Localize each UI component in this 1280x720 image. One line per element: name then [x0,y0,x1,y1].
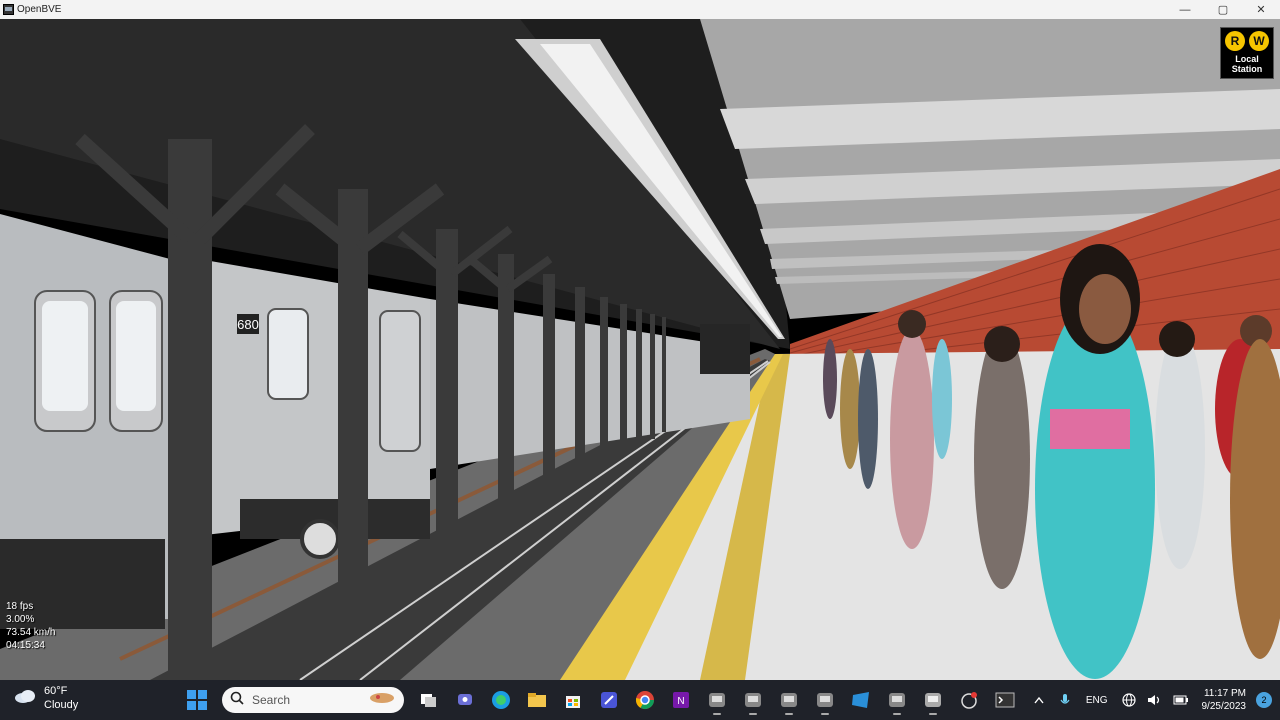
openbve-app-icon [781,693,797,707]
chrome-icon [635,691,654,710]
clock-date: 9/25/2023 [1201,701,1247,712]
recording-app-button[interactable] [954,685,984,715]
passenger-foreground [1035,299,1155,679]
language-indicator[interactable]: ENG [1080,695,1114,706]
onenote-button[interactable]: N [666,685,696,715]
close-button[interactable]: ✕ [1242,0,1280,19]
speed-readout: 73.54 km/h [6,627,56,638]
battery-icon[interactable] [1170,689,1192,711]
network-globe-icon[interactable] [1118,689,1140,711]
weather-temperature: 60°F [44,685,68,697]
cloud-icon [14,688,36,709]
system-tray: ENG 11:17 PM 9/25/2023 2 [1028,680,1280,720]
route-bullet-w: W [1249,31,1269,51]
drawing-app-button[interactable] [594,685,624,715]
volume-icon[interactable] [1144,689,1166,711]
start-button[interactable] [182,685,212,715]
pen-app-icon [601,692,617,708]
train-wheel [300,519,340,559]
openbve-task-button-3[interactable] [774,685,804,715]
taskbar-clock[interactable]: 11:17 PM 9/25/2023 [1196,687,1253,713]
station-type-label: Local Station [1231,54,1263,74]
search-icon [230,691,244,710]
minimize-button[interactable]: — [1166,0,1204,19]
search-highlight-icon [368,691,396,710]
blue-app-button[interactable] [846,685,876,715]
simulator-hud: 18 fps 3.00% 73.54 km/h 04:15:34 [6,600,55,652]
store-icon [566,696,580,708]
throttle-readout: 3.00% [6,614,35,625]
folder-icon [528,693,546,707]
openbve-task-button-4[interactable] [810,685,840,715]
chat-icon [458,694,472,705]
weather-description: Cloudy [44,699,79,711]
openbve-task-button-5[interactable] [882,685,912,715]
svg-text:N: N [677,696,684,707]
weather-widget[interactable]: 60°F Cloudy [14,684,78,712]
blue-window-icon [852,692,869,708]
terminal-button[interactable] [990,685,1020,715]
window-titlebar[interactable]: OpenBVE — ▢ ✕ [0,0,1280,19]
clock-time: 11:17 PM [1203,688,1246,699]
openbve-app-icon [925,693,941,707]
openbve-window: OpenBVE — ▢ ✕ 680 R W Local Station 18 f… [0,0,1280,720]
openbve-task-button-6[interactable] [918,685,948,715]
openbve-task-button-2[interactable] [738,685,768,715]
simulator-viewport[interactable]: 680 [0,19,1280,680]
edge-icon [492,691,510,709]
maximize-button[interactable]: ▢ [1204,0,1242,19]
taskbar-search-box[interactable]: Search [222,687,404,713]
chevron-up-icon[interactable] [1028,689,1050,711]
edge-browser-button[interactable] [486,685,516,715]
task-view-icon [421,694,436,707]
openbve-task-button-1[interactable] [702,685,732,715]
store-app-button[interactable] [558,685,588,715]
openbve-app-icon [745,693,761,707]
terminal-icon [995,692,1015,708]
taskbar-apps: Search N [182,684,1020,716]
chat-app-button[interactable] [450,685,480,715]
file-explorer-button[interactable] [522,685,552,715]
record-icon [961,692,977,709]
route-sign: R W Local Station [1220,27,1274,79]
task-view-button[interactable] [414,685,444,715]
taskbar: 60°F Cloudy Search N ENG 11:17 PM 9/25/2… [0,680,1280,720]
notification-badge[interactable]: 2 [1256,692,1272,708]
openbve-app-icon [817,693,833,707]
car-number: 680 [237,317,259,332]
search-placeholder: Search [252,693,291,707]
fps-readout: 18 fps [6,601,34,612]
route-bullet-r: R [1225,31,1245,51]
windows-logo-icon [187,690,207,710]
chrome-browser-button[interactable] [630,685,660,715]
game-time-readout: 04:15:34 [6,640,45,651]
onenote-icon: N [673,692,689,708]
openbve-app-icon [889,693,905,707]
microphone-icon[interactable] [1054,689,1076,711]
openbve-app-icon [2,4,14,16]
window-title: OpenBVE [17,4,62,15]
openbve-app-icon [709,693,725,707]
